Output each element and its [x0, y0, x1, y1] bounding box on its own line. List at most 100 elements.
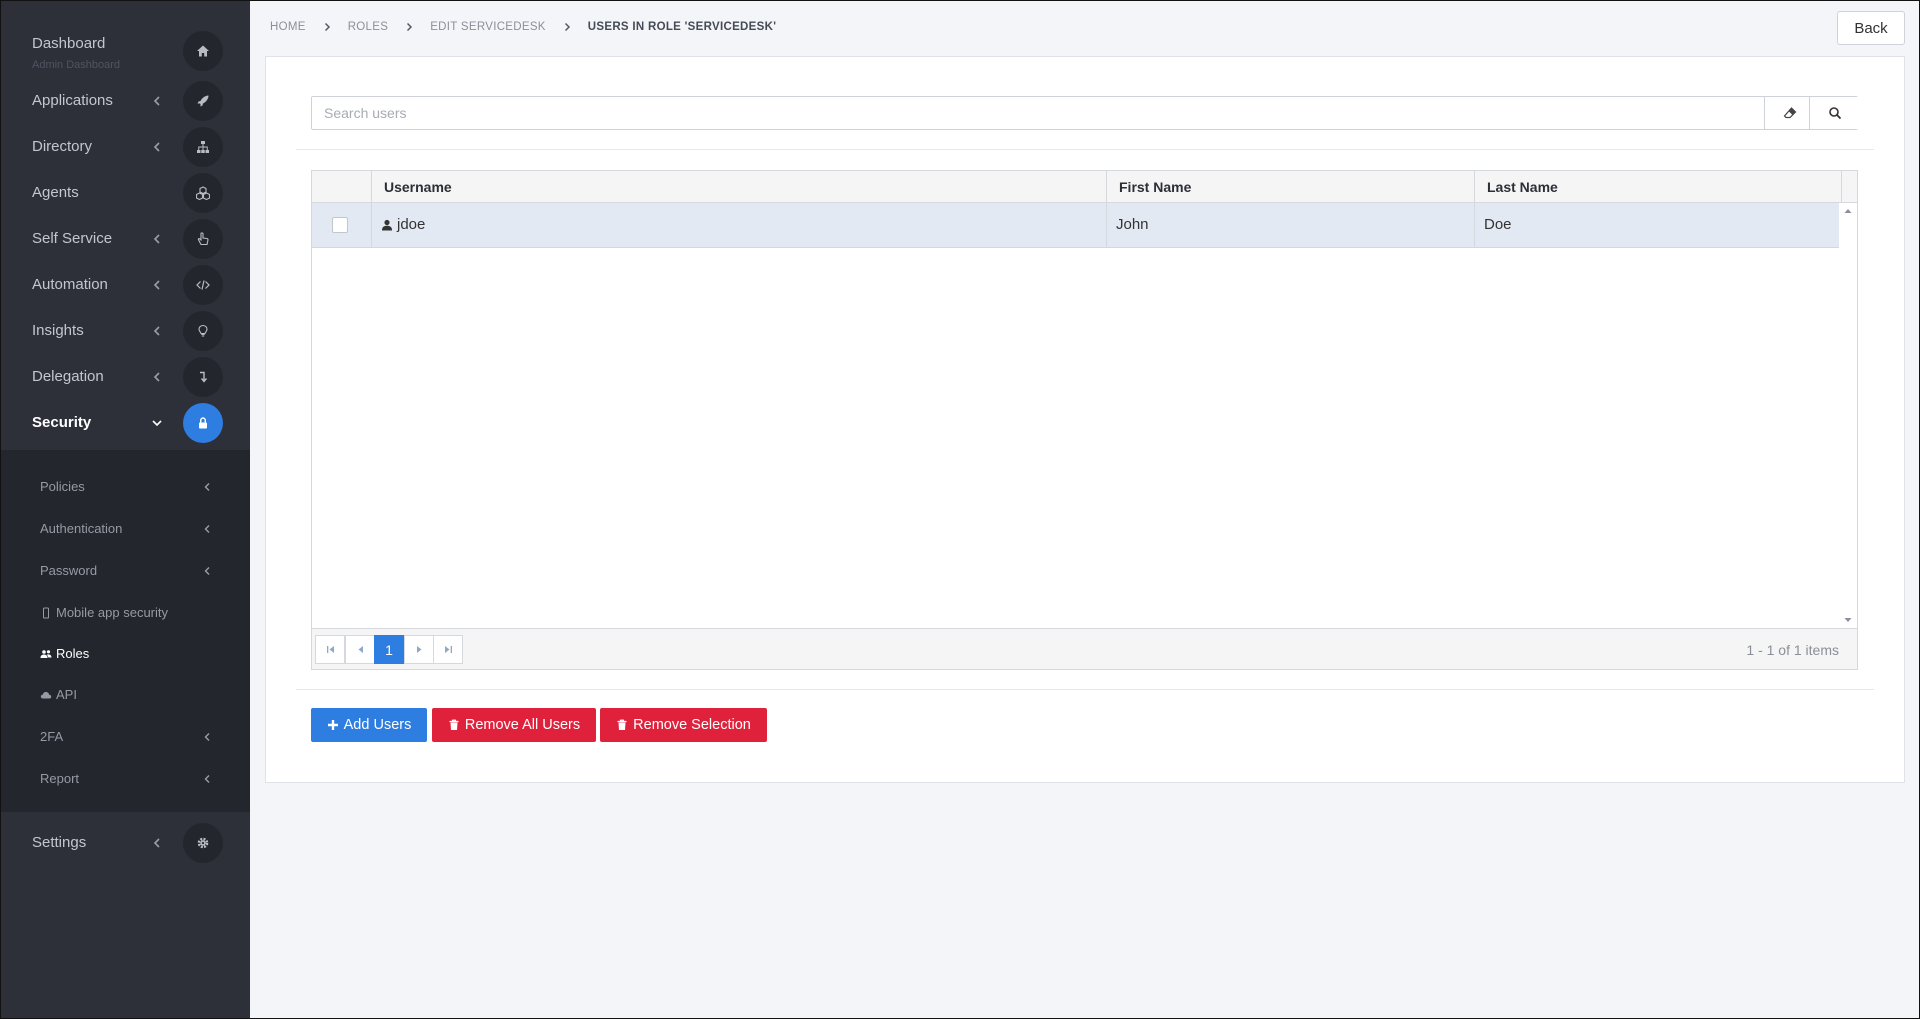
sidebar-item-label: Directory [32, 138, 93, 155]
chevron-left-icon [150, 278, 164, 292]
row-checkbox[interactable] [332, 217, 348, 233]
username-cell: jdoe [372, 203, 1107, 247]
chevron-left-icon [201, 565, 213, 577]
breadcrumb-current: Users in Role 'ServiceDesk' [587, 21, 777, 33]
caret-right-icon [416, 646, 421, 653]
column-header-last-name[interactable]: Last Name [1475, 171, 1842, 202]
row-select-cell [312, 203, 372, 247]
grid-pager: 1 1 - 1 of 1 items [312, 628, 1857, 669]
chevron-left-icon [150, 836, 164, 850]
sidebar-item-applications[interactable]: Applications [0, 78, 250, 124]
chevron-right-icon [562, 22, 572, 32]
submenu-item-roles[interactable]: Roles [0, 635, 250, 673]
divider [296, 149, 1874, 150]
sidebar-item-label: Agents [32, 184, 79, 201]
clear-search-button[interactable] [1764, 97, 1814, 129]
sidebar-item-label: Applications [32, 92, 113, 109]
breadcrumb: Home Roles Edit ServiceDesk Users in Rol… [270, 21, 776, 33]
main-panel: Username First Name Last Name jdoe John … [265, 56, 1905, 783]
chevron-right-icon [404, 22, 414, 32]
search-button[interactable] [1809, 97, 1859, 129]
submenu-item-2fa[interactable]: 2FA [0, 718, 250, 756]
scroll-up-icon[interactable] [1844, 208, 1852, 214]
submenu-item-password[interactable]: Password [0, 552, 250, 590]
remove-all-users-button[interactable]: Remove All Users [432, 708, 596, 742]
code-icon [183, 265, 223, 305]
breadcrumb-home[interactable]: Home [270, 21, 306, 33]
sidebar-item-security[interactable]: Security [0, 400, 250, 446]
user-icon [382, 219, 392, 231]
home-icon [183, 31, 223, 71]
sidebar-item-label: Settings [32, 834, 87, 851]
pager-info: 1 - 1 of 1 items [1746, 642, 1839, 658]
users-icon [40, 649, 52, 658]
trash-icon [617, 719, 627, 730]
first-name-cell: John [1107, 203, 1475, 247]
remove-selection-button[interactable]: Remove Selection [600, 708, 767, 742]
sidebar-item-label: Automation [32, 276, 108, 293]
vertical-scrollbar[interactable] [1840, 203, 1857, 628]
last-page-button[interactable] [433, 635, 463, 664]
sidebar-item-settings[interactable]: Settings [0, 820, 250, 866]
sidebar-item-label: Insights [32, 322, 84, 339]
submenu-item-api[interactable]: API [0, 676, 250, 714]
search-icon [1828, 107, 1841, 120]
sidebar-item-sublabel: Admin Dashboard [32, 59, 121, 71]
divider [296, 689, 1874, 690]
first-page-icon [326, 646, 334, 653]
plus-icon [327, 720, 338, 730]
chevron-right-icon [322, 22, 332, 32]
submenu-item-authentication[interactable]: Authentication [0, 510, 250, 548]
column-header-first-name[interactable]: First Name [1107, 171, 1475, 202]
page-number-button[interactable]: 1 [374, 635, 404, 664]
username-text: jdoe [397, 216, 426, 233]
submenu-item-mobile-app-security[interactable]: Mobile app security [0, 594, 250, 632]
caret-left-icon [358, 646, 363, 653]
sidebar-item-label: Dashboard [32, 35, 106, 52]
scroll-down-icon[interactable] [1844, 617, 1852, 623]
submenu-item-label: Authentication [40, 521, 123, 536]
cubes-icon [183, 173, 223, 213]
column-header-username[interactable]: Username [372, 171, 1107, 202]
chevron-left-icon [201, 773, 213, 785]
sidebar-item-dashboard[interactable]: Dashboard Admin Dashboard [0, 28, 250, 74]
trash-icon [449, 719, 459, 730]
sidebar: Dashboard Admin Dashboard Applications D… [0, 0, 250, 1019]
sidebar-item-delegation[interactable]: Delegation [0, 354, 250, 400]
select-column-header [312, 171, 372, 202]
last-page-icon [444, 646, 452, 653]
sidebar-item-insights[interactable]: Insights [0, 308, 250, 354]
eraser-icon [1783, 107, 1796, 119]
chevron-left-icon [150, 370, 164, 384]
submenu-item-label: Password [40, 563, 98, 578]
previous-page-button[interactable] [345, 635, 375, 664]
submenu-item-policies[interactable]: Policies [0, 468, 250, 506]
submenu-item-report[interactable]: Report [0, 760, 250, 798]
submenu-item-label: Mobile app security [56, 605, 168, 620]
level-down-icon [183, 357, 223, 397]
sidebar-item-automation[interactable]: Automation [0, 262, 250, 308]
next-page-button[interactable] [404, 635, 434, 664]
breadcrumb-edit-role[interactable]: Edit ServiceDesk [430, 21, 546, 33]
sidebar-item-self-service[interactable]: Self Service [0, 216, 250, 262]
gear-icon [183, 823, 223, 863]
cloud-icon [40, 691, 52, 698]
search-bar [311, 96, 1859, 130]
chevron-left-icon [150, 232, 164, 246]
add-users-button[interactable]: Add Users [311, 708, 427, 742]
sitemap-icon [183, 127, 223, 167]
sidebar-item-agents[interactable]: Agents [0, 170, 250, 216]
search-input[interactable] [312, 97, 1764, 129]
table-row[interactable]: jdoe John Doe [312, 203, 1839, 248]
breadcrumb-roles[interactable]: Roles [348, 21, 389, 33]
top-bar: Home Roles Edit ServiceDesk Users in Rol… [250, 0, 1920, 56]
back-button[interactable]: Back [1837, 11, 1905, 45]
first-page-button[interactable] [315, 635, 345, 664]
sidebar-item-directory[interactable]: Directory [0, 124, 250, 170]
chevron-left-icon [150, 140, 164, 154]
last-name-text: Doe [1484, 216, 1512, 233]
sidebar-item-label: Self Service [32, 230, 113, 247]
submenu-item-label: Report [40, 771, 80, 786]
rocket-icon [183, 81, 223, 121]
submenu-item-label: Roles [56, 646, 90, 661]
